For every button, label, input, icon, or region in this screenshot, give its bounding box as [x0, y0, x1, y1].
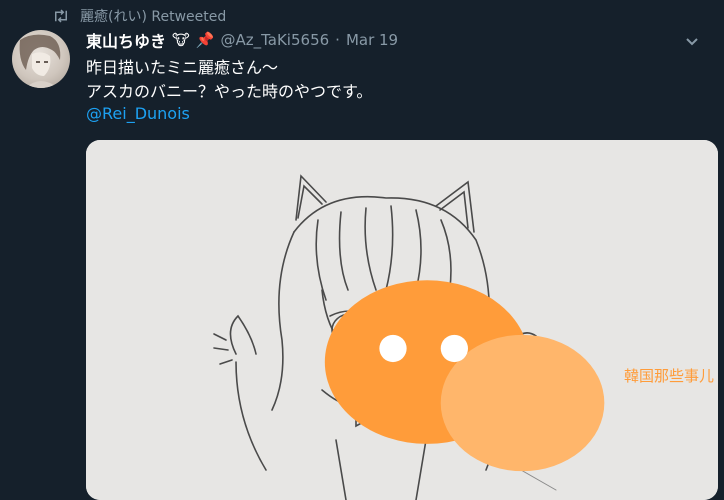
avatar[interactable]: [12, 30, 70, 88]
retweet-context[interactable]: 麗癒(れい) Retweeted: [52, 6, 226, 26]
chevron-down-icon[interactable]: [684, 34, 700, 50]
tweet-image[interactable]: 韓国那些事儿: [86, 140, 718, 500]
mention-link[interactable]: @Rei_Dunois: [86, 104, 190, 123]
separator-dot: ·: [335, 31, 340, 49]
watermark: 韓国那些事儿: [318, 253, 718, 500]
tweet-text: 昨日描いたミニ麗癒さん〜 アスカのバニー？やった時のやつです。: [86, 56, 372, 104]
retweet-icon: [55, 9, 67, 23]
pushpin-emoji: 📌: [195, 31, 215, 49]
tweet-date[interactable]: Mar 19: [346, 31, 398, 49]
tweet-header: 東山ちゆき 🐮 📌 @Az_TaKi5656 · Mar 19: [86, 28, 398, 52]
retweet-label: 麗癒(れい) Retweeted: [80, 9, 227, 25]
cow-emoji: 🐮: [172, 31, 190, 49]
watermark-text: 韓国那些事儿: [623, 366, 714, 385]
wechat-icon: [324, 279, 605, 471]
tweet-text-line: 昨日描いたミニ麗癒さん〜: [86, 58, 279, 77]
display-name[interactable]: 東山ちゆき: [86, 28, 166, 52]
user-handle[interactable]: @Az_TaKi5656: [220, 31, 329, 49]
tweet-text-line: アスカのバニー？やった時のやつです。: [86, 82, 373, 101]
